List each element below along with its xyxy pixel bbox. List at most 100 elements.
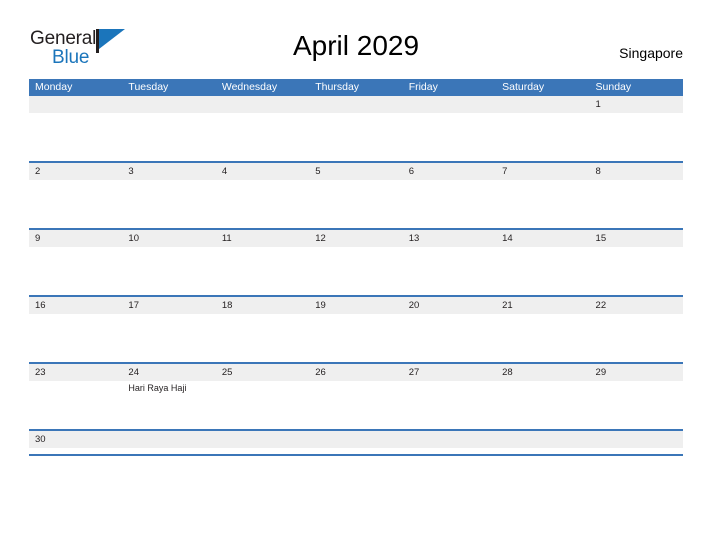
day-cell[interactable]	[309, 431, 402, 448]
day-cell[interactable]	[122, 431, 215, 448]
event-cell[interactable]	[590, 180, 683, 228]
event-cell[interactable]	[496, 180, 589, 228]
day-number: 1	[595, 99, 601, 110]
event-cell[interactable]	[122, 314, 215, 362]
page-title: April 2029	[292, 30, 420, 61]
day-number: 13	[408, 233, 420, 244]
event-cell[interactable]	[309, 113, 402, 161]
day-cell[interactable]	[216, 96, 309, 113]
day-number: 30	[35, 434, 46, 445]
event-cell[interactable]	[122, 247, 215, 295]
day-cell[interactable]: 6	[403, 163, 496, 180]
weekday-sunday: Sunday	[595, 81, 632, 93]
day-number: 18	[221, 300, 233, 311]
event-cell[interactable]	[403, 247, 496, 295]
day-number: 21	[502, 300, 513, 311]
day-cell[interactable]: 10	[122, 230, 215, 247]
day-cell[interactable]	[122, 96, 215, 113]
event-cell[interactable]	[29, 381, 122, 429]
day-cell[interactable]	[496, 431, 589, 448]
day-cell[interactable]: 24	[122, 364, 215, 381]
day-number: 24	[128, 367, 139, 378]
event-cell[interactable]	[309, 247, 402, 295]
day-cell[interactable]: 11	[216, 230, 309, 247]
day-cell[interactable]: 7	[496, 163, 589, 180]
day-number: 4	[221, 166, 228, 177]
day-cell[interactable]: 26	[309, 364, 402, 381]
week-events-strip	[29, 113, 683, 161]
day-cell[interactable]: 13	[403, 230, 496, 247]
event-cell[interactable]	[216, 314, 309, 362]
event-cell[interactable]	[216, 381, 309, 429]
day-cell[interactable]: 1	[590, 96, 683, 113]
day-cell[interactable]: 27	[403, 364, 496, 381]
week-row: 30	[29, 431, 683, 456]
day-number: 9	[35, 233, 41, 244]
day-cell[interactable]: 15	[590, 230, 683, 247]
event-cell[interactable]	[403, 381, 496, 429]
day-number: 29	[595, 367, 607, 378]
event-cell[interactable]	[216, 180, 309, 228]
day-cell[interactable]: 8	[590, 163, 683, 180]
day-cell[interactable]	[29, 96, 122, 113]
day-cell[interactable]	[403, 96, 496, 113]
day-number: 12	[315, 233, 326, 244]
event-cell[interactable]	[216, 247, 309, 295]
day-cell[interactable]: 28	[496, 364, 589, 381]
day-cell[interactable]: 18	[216, 297, 309, 314]
event-cell[interactable]	[122, 180, 215, 228]
day-cell[interactable]: 22	[590, 297, 683, 314]
event-cell[interactable]	[496, 247, 589, 295]
event-cell[interactable]	[29, 113, 122, 161]
event-cell[interactable]	[216, 113, 309, 161]
event-cell[interactable]	[403, 180, 496, 228]
event-cell[interactable]	[309, 381, 402, 429]
event-cell[interactable]	[309, 180, 402, 228]
event-cell[interactable]	[496, 113, 589, 161]
day-cell[interactable]: 9	[29, 230, 122, 247]
event-cell[interactable]	[590, 381, 683, 429]
day-cell[interactable]	[590, 431, 683, 448]
day-cell[interactable]: 12	[309, 230, 402, 247]
day-number: 28	[502, 367, 513, 378]
day-cell[interactable]	[309, 96, 402, 113]
day-cell[interactable]	[403, 431, 496, 448]
day-cell[interactable]	[496, 96, 589, 113]
day-cell[interactable]: 4	[216, 163, 309, 180]
day-cell[interactable]: 16	[29, 297, 122, 314]
day-cell[interactable]: 25	[216, 364, 309, 381]
event-cell[interactable]	[29, 180, 122, 228]
weekday-header-row: Monday Tuesday Wednesday Thursday Friday…	[29, 79, 683, 96]
event-cell[interactable]	[590, 314, 683, 362]
event-cell[interactable]	[496, 314, 589, 362]
day-cell[interactable]: 30	[29, 431, 122, 448]
day-cell[interactable]	[216, 431, 309, 448]
event-cell[interactable]	[122, 113, 215, 161]
day-cell[interactable]: 19	[309, 297, 402, 314]
page-header: General Blue April 2029 Singapore	[0, 0, 712, 78]
day-cell[interactable]: 3	[122, 163, 215, 180]
day-cell[interactable]: 2	[29, 163, 122, 180]
event-cell[interactable]	[590, 247, 683, 295]
event-cell[interactable]	[403, 314, 496, 362]
week-events-strip: Hari Raya Haji	[29, 381, 683, 429]
event-cell[interactable]	[29, 314, 122, 362]
event-cell[interactable]	[309, 314, 402, 362]
day-cell[interactable]: 23	[29, 364, 122, 381]
day-cell[interactable]: 17	[122, 297, 215, 314]
day-number: 7	[502, 166, 508, 177]
day-cell[interactable]: 5	[309, 163, 402, 180]
day-cell[interactable]: 21	[496, 297, 589, 314]
day-number: 27	[408, 367, 420, 378]
event-cell[interactable]	[29, 247, 122, 295]
day-cell[interactable]: 20	[403, 297, 496, 314]
day-number: 26	[315, 367, 326, 378]
event-cell[interactable]	[590, 113, 683, 161]
day-number: 14	[502, 233, 513, 244]
event-cell[interactable]: Hari Raya Haji	[122, 381, 215, 429]
day-cell[interactable]: 29	[590, 364, 683, 381]
week-date-strip: 30	[29, 431, 683, 448]
event-cell[interactable]	[403, 113, 496, 161]
day-cell[interactable]: 14	[496, 230, 589, 247]
event-cell[interactable]	[496, 381, 589, 429]
